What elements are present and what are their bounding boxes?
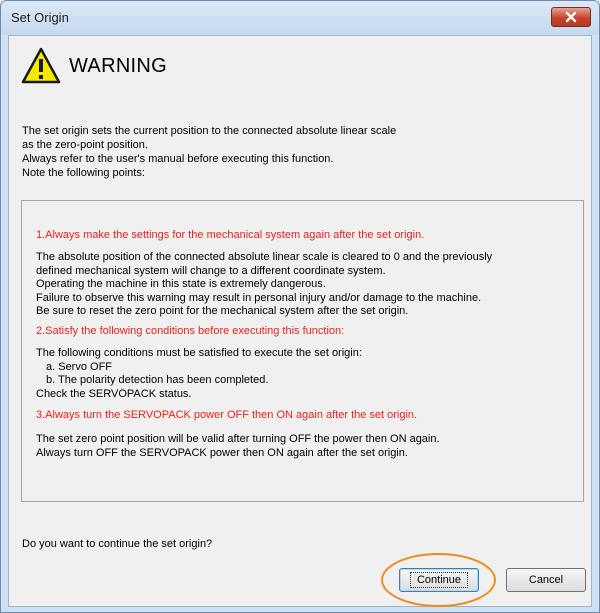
section-body-1: The absolute position of the connected a… — [36, 251, 492, 319]
dialog-body: WARNING The set origin sets the current … — [8, 35, 592, 607]
section-heading-2: 2.Satisfy the following conditions befor… — [36, 325, 345, 337]
title-bar[interactable]: Set Origin — [1, 1, 599, 35]
warning-points-panel: 1.Always make the settings for the mecha… — [21, 200, 584, 502]
confirm-question: Do you want to continue the set origin? — [22, 538, 213, 550]
continue-button-label: Continue — [409, 572, 469, 588]
set-origin-dialog: Set Origin WARNING The set origin sets t… — [0, 0, 600, 613]
intro-line: Always refer to the user's manual before… — [22, 153, 334, 165]
section-line: Failure to observe this warning may resu… — [36, 291, 482, 304]
section-line: The set zero point position will be vali… — [36, 433, 440, 445]
warning-title: WARNING — [69, 54, 168, 77]
close-icon — [565, 11, 577, 23]
section-body-3: The set zero point position will be vali… — [36, 433, 440, 460]
section-body-2: The following conditions must be satisfi… — [36, 347, 362, 401]
section-line: Always turn OFF the SERVOPACK power then… — [36, 446, 408, 459]
intro-line: The set origin sets the current position… — [22, 125, 397, 137]
window-title: Set Origin — [11, 10, 69, 25]
section-line: b. The polarity detection has been compl… — [46, 374, 269, 386]
continue-button[interactable]: Continue — [399, 568, 479, 592]
intro-text: The set origin sets the current position… — [22, 124, 582, 180]
close-button[interactable] — [551, 7, 591, 27]
section-line: Check the SERVOPACK status. — [36, 387, 192, 400]
warning-header: WARNING — [21, 44, 167, 88]
section-heading-3: 3.Always turn the SERVOPACK power OFF th… — [36, 409, 418, 421]
section-heading-1: 1.Always make the settings for the mecha… — [36, 229, 425, 241]
section-line: defined mechanical system will change to… — [36, 264, 386, 277]
section-line: Operating the machine in this state is e… — [36, 278, 326, 290]
warning-triangle-icon — [21, 47, 61, 84]
intro-line: Note the following points: — [22, 167, 145, 179]
section-line: The following conditions must be satisfi… — [36, 347, 362, 359]
section-line: a. Servo OFF — [46, 360, 113, 373]
intro-line: as the zero-point position. — [22, 139, 148, 151]
section-line: Be sure to reset the zero point for the … — [36, 305, 409, 317]
cancel-button[interactable]: Cancel — [506, 568, 586, 592]
section-line: The absolute position of the connected a… — [36, 251, 493, 263]
